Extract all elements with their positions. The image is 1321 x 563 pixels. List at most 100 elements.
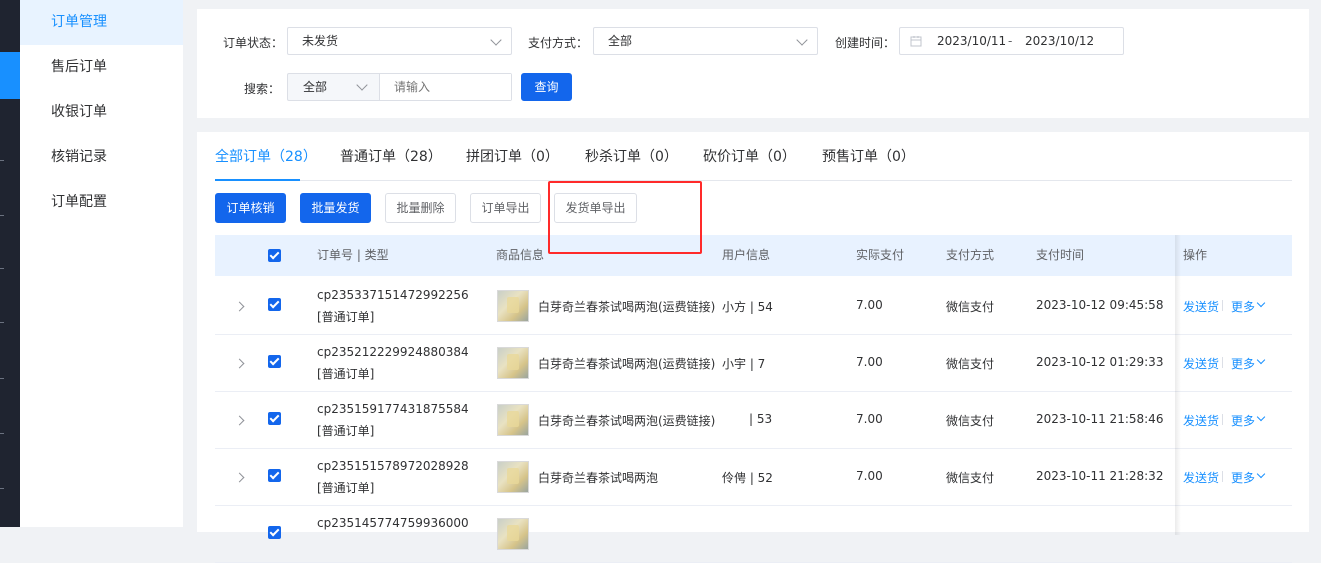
date-range-picker[interactable]: 2023/10/11 - 2023/10/12 — [899, 27, 1124, 55]
pay-time: 2023-10-12 01:29:33 — [1036, 355, 1164, 369]
table-header: 订单号 | 类型 商品信息 用户信息 实际支付 支付方式 支付时间 操作 — [215, 235, 1292, 276]
submenu-item-verification-records[interactable]: 核销记录 — [20, 135, 183, 180]
chevron-down-icon — [490, 34, 502, 46]
date-separator: - — [1008, 34, 1013, 48]
submenu-item-order-settings[interactable]: 订单配置 — [20, 180, 183, 225]
tab-all-orders[interactable]: 全部订单（28） — [215, 146, 317, 166]
submenu-item-after-sale[interactable]: 售后订单 — [20, 45, 183, 90]
tab-bargain-orders[interactable]: 砍价订单（0） — [703, 146, 796, 166]
payment-select[interactable]: 全部 — [593, 27, 818, 55]
chevron-down-icon — [356, 79, 368, 91]
more-link[interactable]: 更多 — [1231, 298, 1255, 315]
order-type: [普通订单] — [317, 481, 375, 495]
table-row[interactable]: cp235151578972028928 [普通订单] 白芽奇兰春茶试喝两泡 伶… — [215, 448, 1292, 506]
order-type: [普通订单] — [317, 367, 375, 381]
user-info: 伶俜 | 52 — [722, 471, 773, 485]
tab-normal-orders[interactable]: 普通订单（28） — [340, 146, 442, 166]
product-thumbnail — [497, 404, 529, 436]
product-thumbnail — [497, 347, 529, 379]
batch-delete-button[interactable]: 批量删除 — [385, 193, 456, 223]
expand-row-icon[interactable] — [234, 472, 245, 483]
status-select[interactable]: 未发货 — [287, 27, 512, 55]
more-link[interactable]: 更多 — [1231, 355, 1255, 372]
column-header-pay-method: 支付方式 — [946, 248, 995, 262]
query-button[interactable]: 查询 — [521, 73, 572, 101]
status-select-value: 未发货 — [302, 34, 339, 48]
order-submenu: 订单管理 售后订单 收银订单 核销记录 订单配置 — [20, 0, 183, 527]
row-checkbox[interactable] — [268, 298, 281, 311]
paid-amount: 7.00 — [856, 298, 883, 312]
submenu-item-order-management[interactable]: 订单管理 — [20, 0, 183, 45]
chevron-down-icon — [796, 34, 808, 46]
column-header-paid: 实际支付 — [856, 248, 905, 262]
ship-link[interactable]: 发送货 — [1183, 298, 1219, 315]
ship-link[interactable]: 发送货 — [1183, 412, 1219, 429]
expand-row-icon[interactable] — [234, 415, 245, 426]
payment-select-value: 全部 — [608, 34, 633, 48]
tab-group-orders[interactable]: 拼团订单（0） — [466, 146, 559, 166]
payment-filter-label: 支付方式： — [528, 36, 589, 50]
order-type: [普通订单] — [317, 424, 375, 438]
order-number: cp235151578972028928 — [317, 459, 469, 473]
submenu-item-cashier-orders[interactable]: 收银订单 — [20, 90, 183, 135]
chevron-down-icon — [1256, 355, 1266, 365]
order-number: cp235159177431875584 — [317, 402, 469, 416]
row-checkbox[interactable] — [268, 412, 281, 425]
order-number: cp235337151472992256 — [317, 288, 469, 302]
paid-amount: 7.00 — [856, 355, 883, 369]
status-filter-label: 订单状态： — [223, 36, 284, 50]
product-name: 白芽奇兰春茶试喝两泡(运费链接) — [538, 300, 716, 314]
row-checkbox[interactable] — [268, 355, 281, 368]
pay-method: 微信支付 — [946, 414, 995, 428]
paid-amount: 7.00 — [856, 412, 883, 426]
calendar-icon — [910, 36, 922, 47]
select-all-checkbox[interactable] — [268, 249, 281, 262]
pay-time: 2023-10-11 21:28:32 — [1036, 469, 1164, 483]
column-header-pay-time: 支付时间 — [1036, 248, 1085, 262]
user-info: 小方 | 54 — [722, 300, 773, 314]
tab-flash-sale-orders[interactable]: 秒杀订单（0） — [585, 146, 678, 166]
ship-link[interactable]: 发送货 — [1183, 355, 1219, 372]
chevron-down-icon — [1256, 469, 1266, 479]
column-header-goods: 商品信息 — [496, 248, 545, 262]
table-row[interactable]: cp235212229924880384 [普通订单] 白芽奇兰春茶试喝两泡(运… — [215, 334, 1292, 392]
tab-presale-orders[interactable]: 预售订单（0） — [822, 146, 915, 166]
export-orders-button[interactable]: 订单导出 — [470, 193, 541, 223]
search-label: 搜索： — [244, 82, 281, 96]
expand-row-icon[interactable] — [234, 301, 245, 312]
more-link[interactable]: 更多 — [1231, 412, 1255, 429]
expand-row-icon[interactable] — [234, 358, 245, 369]
more-link[interactable]: 更多 — [1231, 469, 1255, 486]
row-checkbox[interactable] — [268, 469, 281, 482]
search-input[interactable] — [380, 74, 511, 100]
product-thumbnail — [497, 518, 529, 550]
export-delivery-notes-button[interactable]: 发货单导出 — [554, 193, 637, 223]
user-info: 小宇 | 7 — [722, 357, 766, 371]
pay-time: 2023-10-12 09:45:58 — [1036, 298, 1164, 312]
product-name: 白芽奇兰春茶试喝两泡(运费链接) — [538, 414, 716, 428]
chevron-down-icon — [1256, 298, 1266, 308]
table-row[interactable]: cp235145774759936000 — [215, 505, 1292, 563]
table-row[interactable]: cp235337151472992256 [普通订单] 白芽奇兰春茶试喝两泡(运… — [215, 277, 1292, 335]
pay-method: 微信支付 — [946, 357, 995, 371]
search-scope-value: 全部 — [303, 80, 328, 94]
orders-panel: 全部订单（28） 普通订单（28） 拼团订单（0） 秒杀订单（0） 砍价订单（0… — [197, 132, 1309, 563]
row-checkbox[interactable] — [268, 526, 281, 539]
product-thumbnail — [497, 461, 529, 493]
batch-ship-button[interactable]: 批量发货 — [300, 193, 371, 223]
order-number: cp235145774759936000 — [317, 516, 469, 530]
product-name: 白芽奇兰春茶试喝两泡 — [538, 471, 659, 485]
table-row[interactable]: cp235159177431875584 [普通订单] 白芽奇兰春茶试喝两泡(运… — [215, 391, 1292, 449]
column-header-action: 操作 — [1183, 248, 1208, 262]
app-rail-active-indicator — [0, 52, 20, 99]
pay-method: 微信支付 — [946, 300, 995, 314]
pay-time: 2023-10-11 21:58:46 — [1036, 412, 1164, 426]
search-scope-select[interactable]: 全部 — [288, 74, 380, 100]
verify-order-button[interactable]: 订单核销 — [215, 193, 286, 223]
app-rail — [0, 0, 20, 527]
pay-method: 微信支付 — [946, 471, 995, 485]
ship-link[interactable]: 发送货 — [1183, 469, 1219, 486]
search-group: 全部 — [287, 73, 512, 101]
active-tab-indicator — [215, 179, 300, 181]
paid-amount: 7.00 — [856, 469, 883, 483]
